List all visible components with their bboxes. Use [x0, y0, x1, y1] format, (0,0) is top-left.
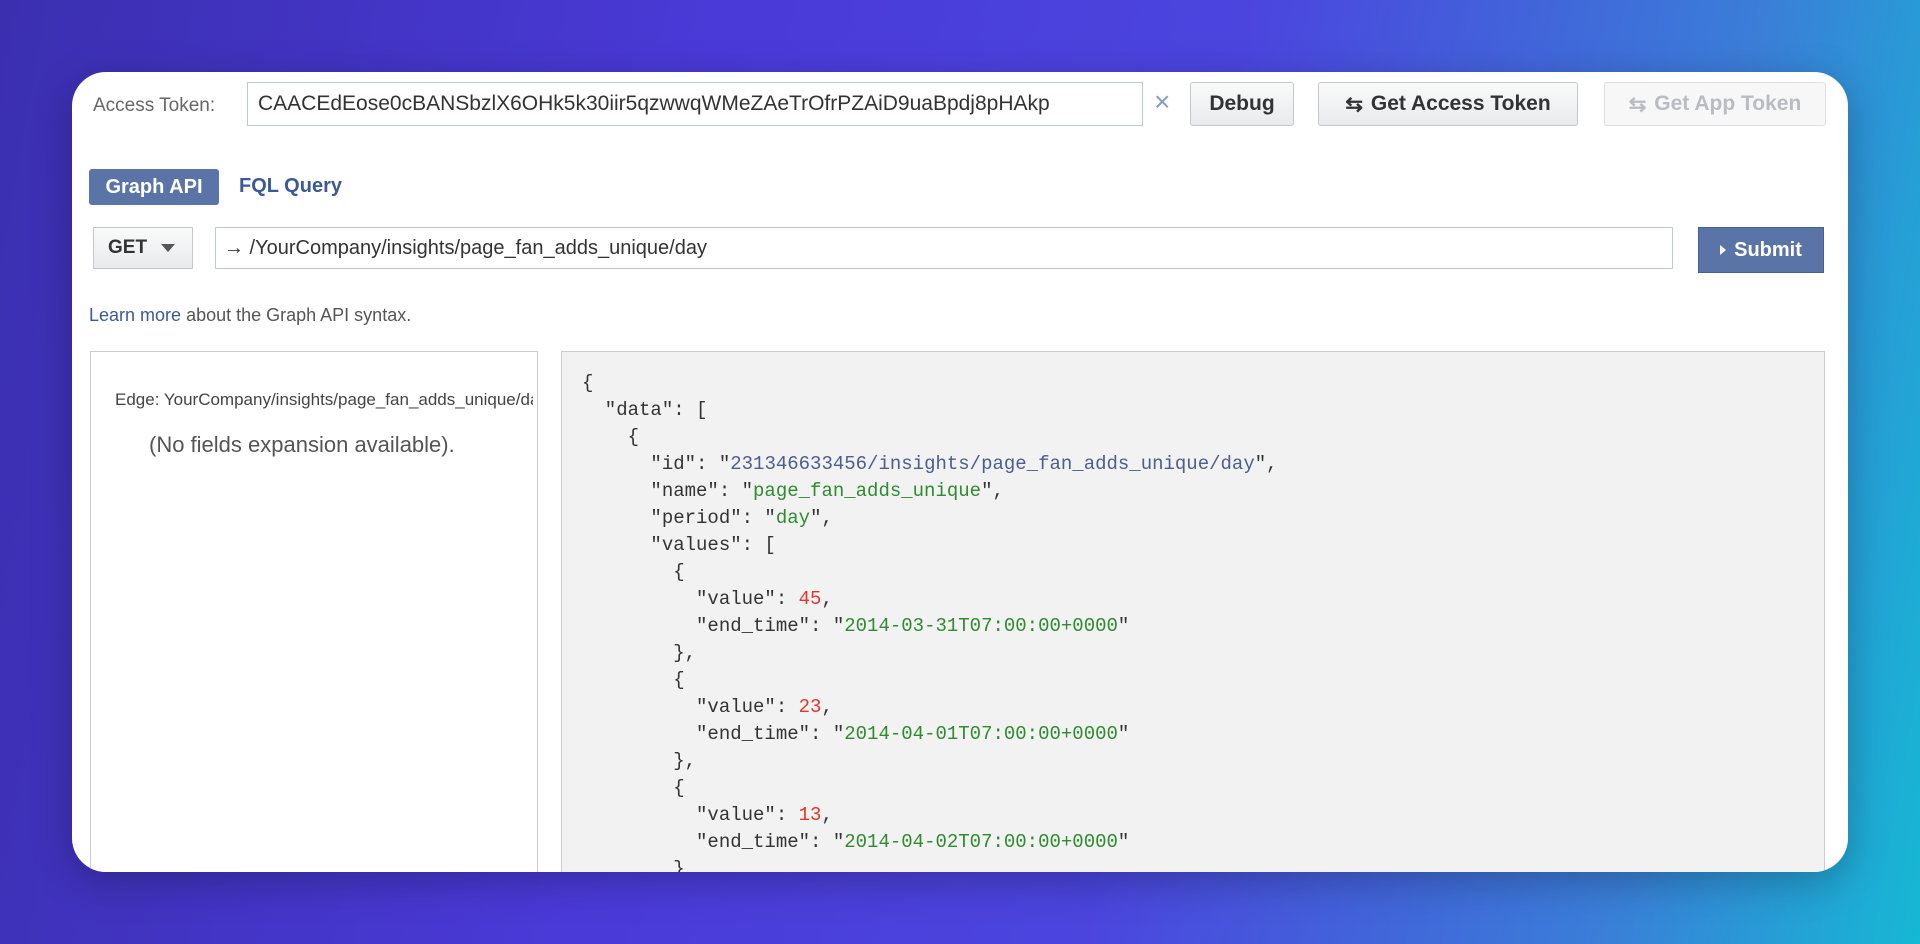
graph-path-input[interactable]: → /YourCompany/insights/page_fan_adds_un…: [215, 227, 1673, 269]
clear-icon[interactable]: ×: [1154, 86, 1170, 118]
http-method-select[interactable]: GET: [93, 227, 193, 269]
json-period-value: day: [775, 507, 811, 529]
debug-button[interactable]: Debug: [1190, 82, 1294, 126]
graph-explorer-window: Access Token: CAACEdEose0cBANSbzlX6OHk5k…: [72, 72, 1848, 872]
learn-more-link[interactable]: Learn more: [89, 305, 181, 325]
json-end-time-1: 2014-03-31T07:00:00+0000: [844, 615, 1118, 637]
edge-path: Edge: YourCompany/insights/page_fan_adds…: [115, 390, 533, 409]
get-app-token-label: Get App Token: [1654, 92, 1802, 115]
json-value-3: 13: [798, 804, 822, 826]
tab-fql-query[interactable]: FQL Query: [239, 175, 342, 198]
access-token-label: Access Token:: [93, 95, 216, 116]
http-method-value: GET: [108, 237, 148, 258]
access-token-input[interactable]: CAACEdEose0cBANSbzlX6OHk5k30iir5qzwwqWMe…: [247, 82, 1143, 126]
no-fields-message: (No fields expansion available).: [149, 432, 455, 457]
swap-arrows-icon: ⇆: [1628, 92, 1647, 116]
fields-panel: Edge: YourCompany/insights/page_fan_adds…: [90, 351, 538, 872]
json-value-1: 45: [798, 588, 822, 610]
submit-label: Submit: [1734, 238, 1802, 261]
debug-label: Debug: [1209, 92, 1275, 115]
play-icon: [1720, 245, 1727, 255]
json-response: { "data": [ { "id": "231346633456/insigh…: [582, 372, 1278, 872]
json-end-time-3: 2014-04-02T07:00:00+0000: [844, 831, 1118, 853]
learn-more-text: Learn more about the Graph API syntax.: [89, 305, 411, 326]
get-access-token-label: Get Access Token: [1370, 92, 1551, 115]
caret-down-icon: [161, 244, 176, 252]
json-end-time-2: 2014-04-01T07:00:00+0000: [844, 723, 1118, 745]
submit-button[interactable]: Submit: [1698, 227, 1824, 273]
json-id-value: 231346633456/insights/page_fan_adds_uniq…: [730, 453, 1255, 475]
json-name-value: page_fan_adds_unique: [753, 480, 982, 502]
learn-more-suffix: about the Graph API syntax.: [181, 305, 412, 325]
response-panel[interactable]: { "data": [ { "id": "231346633456/insigh…: [561, 351, 1825, 872]
get-access-token-button[interactable]: ⇆ Get Access Token: [1318, 82, 1578, 126]
get-app-token-button[interactable]: ⇆ Get App Token: [1604, 82, 1826, 126]
tab-graph-api[interactable]: Graph API: [89, 169, 219, 205]
swap-arrows-icon: ⇆: [1345, 92, 1363, 116]
json-value-2: 23: [798, 696, 822, 718]
